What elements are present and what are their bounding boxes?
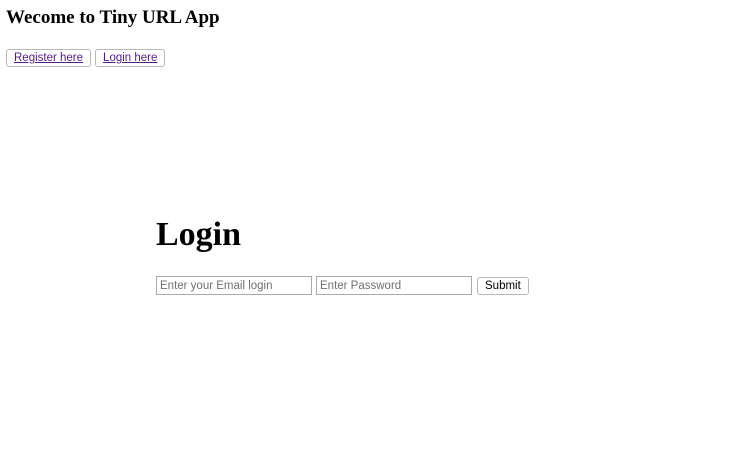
login-form: Submit [156, 276, 529, 295]
email-field[interactable] [156, 276, 312, 295]
login-nav-button[interactable]: Login here [95, 49, 166, 67]
password-field[interactable] [316, 276, 472, 295]
login-heading: Login [156, 216, 242, 253]
register-button[interactable]: Register here [6, 49, 92, 67]
register-link[interactable]: Register here [14, 52, 83, 64]
app-title: Wecome to Tiny URL App [6, 7, 220, 28]
nav-bar: Register here Login here [6, 49, 166, 67]
login-link[interactable]: Login here [103, 52, 157, 64]
submit-button[interactable]: Submit [477, 276, 529, 295]
